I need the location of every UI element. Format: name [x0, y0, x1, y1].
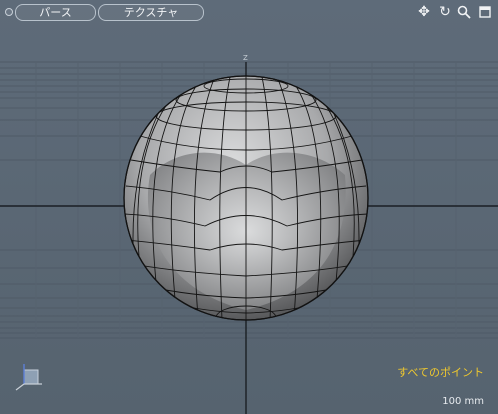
3d-viewport[interactable]: Z パース テクスチャ ✥ ↻ すべてのポイント 100 mm — [0, 0, 498, 414]
rotate-icon[interactable]: ↻ — [437, 4, 453, 20]
z-axis-label: Z — [243, 54, 248, 62]
grid-scale-label: 100 mm — [442, 396, 484, 407]
axis-orientation-icon — [14, 362, 44, 396]
viewport-menu-icon[interactable] — [5, 8, 13, 16]
selection-status: すべてのポイント — [397, 366, 484, 379]
move-icon[interactable]: ✥ — [416, 4, 432, 20]
shading-mode-button[interactable]: テクスチャ — [98, 4, 204, 21]
viewport-scene[interactable]: Z — [0, 0, 498, 414]
sphere-mesh[interactable] — [123, 75, 369, 330]
maximize-icon[interactable] — [477, 4, 493, 20]
view-mode-button[interactable]: パース — [15, 4, 96, 21]
zoom-icon[interactable] — [456, 4, 472, 20]
viewport-header: パース テクスチャ ✥ ↻ — [0, 0, 498, 24]
